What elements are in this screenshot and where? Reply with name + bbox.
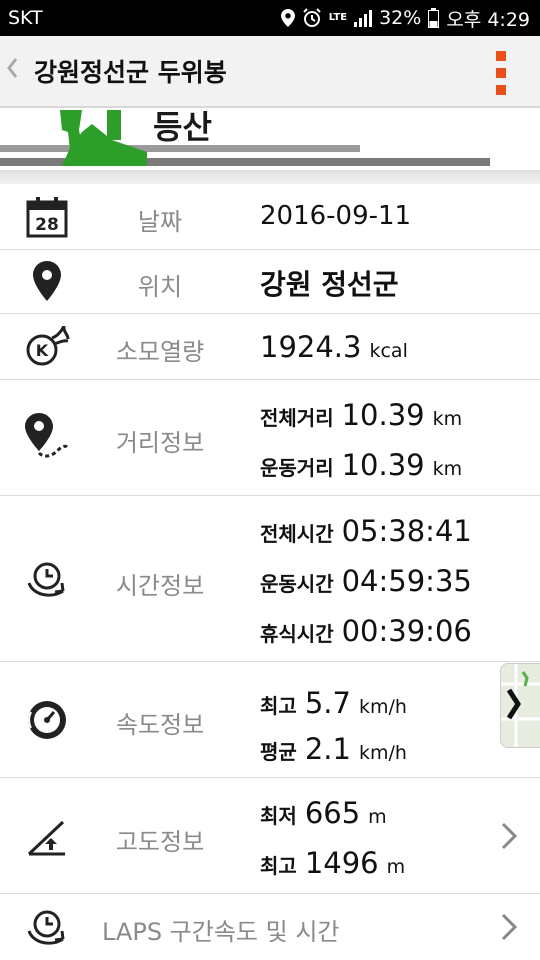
distance-exercise-unit: km <box>432 458 463 480</box>
altitude-row[interactable]: 고도정보 최저 665 m 최고 1496 m <box>0 778 540 894</box>
calendar-day: 28 <box>35 215 59 235</box>
activity-type-title: 등산 <box>153 110 212 146</box>
map-preview-thumbnail[interactable] <box>500 663 540 748</box>
altitude-min-line: 최저 665 m <box>260 796 387 830</box>
speed-max-value: 5.7 <box>304 686 351 720</box>
calorie-badge: K <box>36 341 49 360</box>
calendar-icon: 28 <box>22 192 72 242</box>
location-value: 강원 정선군 <box>260 268 399 301</box>
distance-total-label: 전체거리 <box>260 406 334 430</box>
speedometer-icon <box>22 695 72 745</box>
speed-avg-value: 2.1 <box>304 732 351 766</box>
chevron-right-icon[interactable] <box>500 821 518 851</box>
speed-max-line: 최고 5.7 km/h <box>260 686 407 720</box>
speed-avg-label: 평균 <box>260 740 297 764</box>
status-icons: LTE 32% 오후 4:29 <box>280 5 530 32</box>
distance-total-value: 10.39 <box>341 398 425 432</box>
location-pin-icon <box>22 256 72 306</box>
speed-row[interactable]: 속도정보 최고 5.7 km/h 평균 2.1 km/h <box>0 662 540 778</box>
banner-stripe <box>0 170 540 184</box>
time-rest-label: 휴식시간 <box>260 622 334 646</box>
time-rest-line: 휴식시간 00:39:06 <box>260 614 480 648</box>
location-row: 위치 강원 정선군 <box>0 250 540 314</box>
clock-cycle-icon <box>22 554 72 604</box>
calories-value-line: 1924.3 kcal <box>260 330 408 364</box>
distance-total-line: 전체거리 10.39 km <box>260 398 462 432</box>
time-total-label: 전체시간 <box>260 522 334 546</box>
calories-row: K 소모열량 1924.3 kcal <box>0 314 540 380</box>
carrier-label: SKT <box>8 7 43 29</box>
distance-exercise-value: 10.39 <box>341 448 425 482</box>
alarm-icon <box>302 8 322 28</box>
back-icon[interactable] <box>0 57 30 85</box>
distance-label: 거리정보 <box>115 429 205 457</box>
battery-icon <box>428 8 440 28</box>
time-label: 시간정보 <box>115 572 205 600</box>
signal-icon <box>354 9 373 27</box>
altitude-max-unit: m <box>386 856 406 878</box>
date-value: 2016-09-11 <box>260 201 412 231</box>
location-status-icon <box>280 9 295 27</box>
status-bar: SKT LTE 32% 오후 4:29 <box>0 0 540 36</box>
time-total-value: 05:38:41 <box>341 514 472 548</box>
route-pin-icon <box>22 412 72 462</box>
laps-row[interactable]: LAPS 구간속도 및 시간 <box>0 894 540 960</box>
date-label: 날짜 <box>137 208 183 236</box>
speed-avg-unit: km/h <box>358 742 407 764</box>
menu-icon[interactable] <box>496 51 506 95</box>
time-exercise-label: 운동시간 <box>260 572 334 596</box>
time-rest-value: 00:39:06 <box>341 614 472 648</box>
hiking-icon <box>60 110 147 166</box>
altitude-max-value: 1496 <box>304 846 379 880</box>
location-label: 위치 <box>137 273 183 301</box>
altitude-label: 고도정보 <box>115 828 205 856</box>
calories-unit: kcal <box>369 340 408 362</box>
laps-clock-icon <box>22 902 72 952</box>
activity-banner: 등산 <box>0 110 540 184</box>
lte-indicator: LTE <box>328 12 348 23</box>
time-total-line: 전체시간 05:38:41 <box>260 514 480 548</box>
altitude-min-value: 665 <box>304 796 361 830</box>
speed-max-unit: km/h <box>358 696 407 718</box>
time-exercise-line: 운동시간 04:59:35 <box>260 564 480 598</box>
altitude-max-line: 최고 1496 m <box>260 846 405 880</box>
distance-exercise-line: 운동거리 10.39 km <box>260 448 462 482</box>
speed-max-label: 최고 <box>260 694 297 718</box>
date-row: 28 날짜 2016-09-11 <box>0 184 540 250</box>
laps-label: LAPS 구간속도 및 시간 <box>102 918 340 946</box>
distance-total-unit: km <box>432 408 463 430</box>
altitude-max-label: 최고 <box>260 854 297 878</box>
battery-percent: 32% <box>379 7 422 29</box>
time-exercise-value: 04:59:35 <box>341 564 472 598</box>
calories-label: 소모열량 <box>115 338 205 366</box>
page-title: 강원정선군 두위봉 <box>34 58 227 87</box>
chevron-right-icon[interactable] <box>500 912 518 942</box>
speed-label: 속도정보 <box>115 711 205 739</box>
calorie-flame-icon: K <box>22 322 72 372</box>
distance-row: 거리정보 전체거리 10.39 km 운동거리 10.39 km <box>0 380 540 496</box>
speed-avg-line: 평균 2.1 km/h <box>260 732 407 766</box>
distance-exercise-label: 운동거리 <box>260 456 334 480</box>
altitude-icon <box>22 813 72 863</box>
time-row: 시간정보 전체시간 05:38:41 운동시간 04:59:35 휴식시간 00… <box>0 496 540 662</box>
clock-time: 오후 4:29 <box>446 8 530 31</box>
altitude-min-label: 최저 <box>260 804 297 828</box>
app-bar: 강원정선군 두위봉 <box>0 36 540 108</box>
calories-value: 1924.3 <box>260 330 362 364</box>
altitude-min-unit: m <box>368 806 387 828</box>
